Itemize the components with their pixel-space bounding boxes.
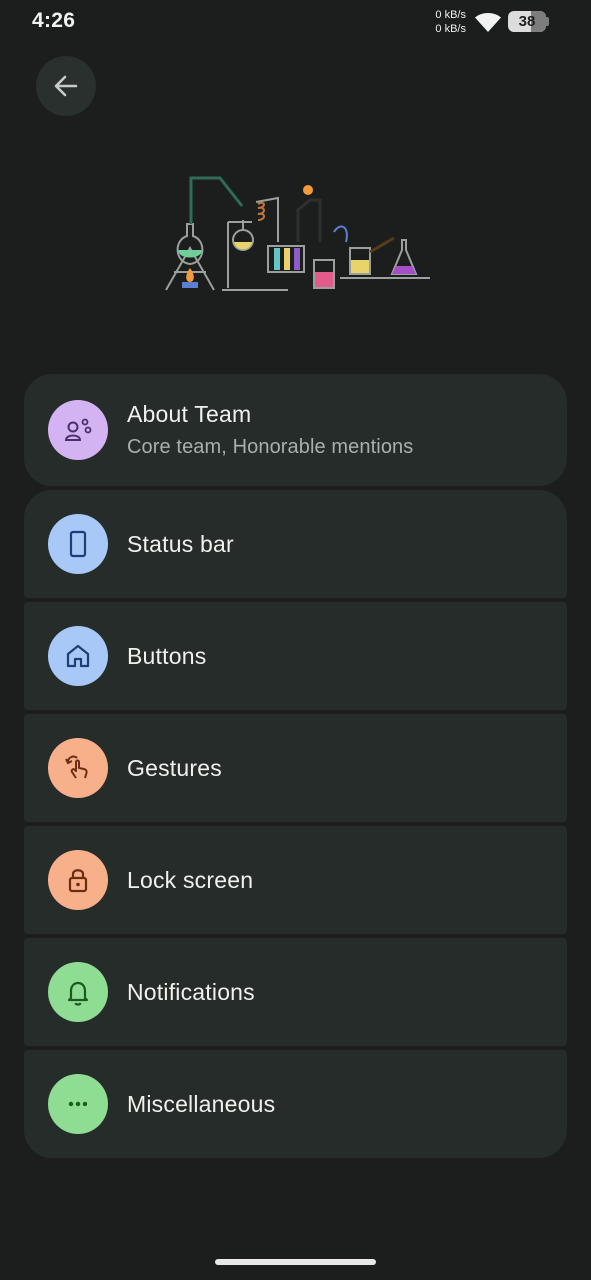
net-download-speed: 0 kB/s (435, 23, 466, 35)
battery-indicator: 38 (508, 11, 546, 32)
net-upload-speed: 0 kB/s (435, 9, 466, 21)
miscellaneous-title: Miscellaneous (127, 1090, 276, 1117)
about-team-icon-circle (48, 400, 108, 460)
buttons-title: Buttons (127, 642, 207, 669)
home-icon (66, 644, 90, 668)
notifications-title: Notifications (127, 978, 255, 1005)
bell-icon (67, 981, 89, 1006)
wifi-icon (475, 13, 501, 32)
settings-list: About Team Core team, Honorable mentions… (24, 374, 567, 1162)
status-bar-icon-circle (48, 514, 108, 574)
swipe-gesture-icon (65, 755, 88, 779)
chemistry-lab-illustration (165, 176, 430, 291)
back-button[interactable] (36, 56, 96, 116)
gestures-item[interactable]: Gestures (24, 714, 567, 822)
gestures-title: Gestures (127, 754, 222, 781)
phone-icon (69, 530, 87, 558)
lock-icon (68, 869, 88, 893)
notifications-icon-circle (48, 962, 108, 1022)
battery-tip (546, 17, 549, 26)
team-icon (64, 418, 92, 441)
about-team-subtitle: Core team, Honorable mentions (127, 436, 414, 458)
gestures-icon-circle (48, 738, 108, 798)
gesture-navigation-bar[interactable] (215, 1259, 376, 1265)
about-team-item[interactable]: About Team Core team, Honorable mentions (24, 374, 567, 486)
lock-screen-item[interactable]: Lock screen (24, 826, 567, 934)
battery-level: 38 (518, 13, 536, 30)
buttons-item[interactable]: Buttons (24, 602, 567, 710)
miscellaneous-item[interactable]: Miscellaneous (24, 1050, 567, 1158)
network-speed: 0 kB/s 0 kB/s (426, 8, 466, 36)
arrow-back-icon (54, 75, 78, 97)
more-horiz-icon (68, 1101, 88, 1107)
status-bar-item[interactable]: Status bar (24, 490, 567, 598)
lock-screen-icon-circle (48, 850, 108, 910)
clock: 4:26 (32, 9, 76, 32)
miscellaneous-icon-circle (48, 1074, 108, 1134)
status-bar-title: Status bar (127, 530, 234, 557)
buttons-icon-circle (48, 626, 108, 686)
about-team-title: About Team (127, 401, 252, 427)
lock-screen-title: Lock screen (127, 866, 254, 893)
status-bar: 4:26 0 kB/s 0 kB/s 38 (0, 0, 591, 44)
notifications-item[interactable]: Notifications (24, 938, 567, 1046)
